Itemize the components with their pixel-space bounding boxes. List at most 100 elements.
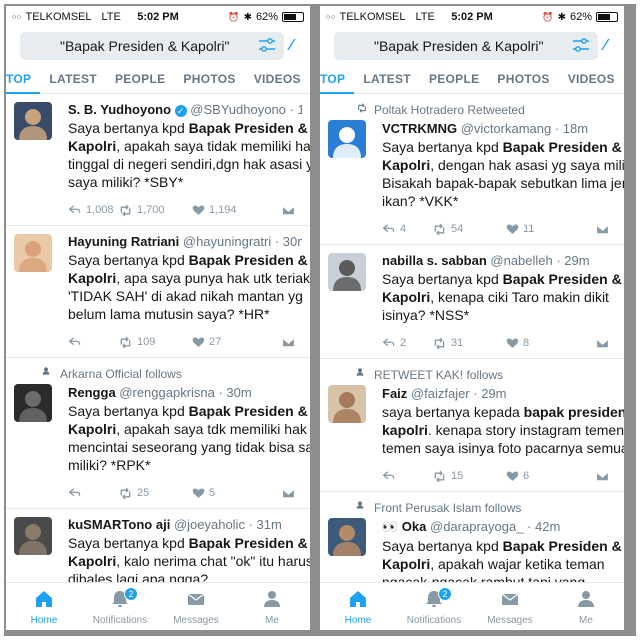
tweet-item[interactable]: Hayuning Ratriani @hayuningratri · 30m Sa… — [6, 226, 310, 358]
author-handle[interactable]: @SBYudhoyono · 1h — [190, 102, 302, 117]
battery-icon — [596, 12, 618, 22]
reply-button[interactable] — [382, 469, 432, 483]
avatar[interactable] — [14, 517, 52, 555]
nav-me[interactable]: Me — [234, 583, 310, 630]
retweet-button[interactable]: 1,700 — [118, 203, 192, 218]
author-handle[interactable]: @hayuningratri · 30m — [183, 234, 302, 249]
direct-message-button[interactable] — [281, 486, 296, 501]
tab-videos[interactable]: VIDEOS — [559, 64, 624, 94]
reply-button[interactable]: 1,008 — [68, 203, 118, 217]
nav-messages[interactable]: Messages — [472, 583, 548, 630]
reply-button[interactable] — [68, 335, 118, 349]
author-handle[interactable]: @renggapkrisna · 30m — [119, 385, 251, 400]
author-name[interactable]: S. B. Yudhoyono — [68, 102, 171, 117]
reply-button[interactable]: 2 — [382, 336, 432, 350]
social-context-text: Poltak Hotradero Retweeted — [374, 102, 525, 117]
avatar[interactable] — [328, 253, 366, 291]
compose-icon[interactable]: ⁄ — [290, 37, 304, 55]
author-name[interactable]: Faiz — [382, 386, 407, 401]
tab-latest[interactable]: LATEST — [40, 64, 106, 94]
retweet-count: 31 — [451, 337, 464, 349]
like-button[interactable]: 1,194 — [192, 204, 266, 217]
nav-notifications[interactable]: 2 Notifications — [82, 583, 158, 630]
tweet-text-line: Kapolri, dengan hak asasi yg saya miliki… — [382, 156, 624, 174]
network-type: LTE — [415, 11, 435, 23]
tab-people[interactable]: PEOPLE — [106, 64, 174, 94]
tweet-item[interactable]: S. B. Yudhoyono ✓ @SBYudhoyono · 1h Saya … — [6, 94, 310, 226]
avatar[interactable] — [328, 518, 366, 556]
author-name[interactable]: nabilla s. sabban — [382, 253, 487, 268]
tab-photos[interactable]: PHOTOS — [174, 64, 244, 94]
avatar[interactable] — [14, 102, 52, 140]
nav-me[interactable]: Me — [548, 583, 624, 630]
author-name[interactable]: VCTRKMNG — [382, 121, 457, 136]
tab-people[interactable]: PEOPLE — [420, 64, 488, 94]
retweet-button[interactable]: 54 — [432, 222, 506, 237]
status-bar: ○○ TELKOMSEL LTE 5:02 PM ⏰ ✱ 62% — [320, 6, 624, 28]
tweet-text-part: Kapolri — [382, 157, 431, 173]
reply-button[interactable] — [68, 486, 118, 500]
author-name[interactable]: Hayuning Ratriani — [68, 234, 179, 249]
tweet-item[interactable]: Poltak Hotradero Retweeted VCTRKMNG @vict… — [320, 94, 624, 245]
tab-videos[interactable]: VIDEOS — [245, 64, 310, 94]
reply-button[interactable]: 4 — [382, 222, 432, 236]
author-name[interactable]: 👀 Oka — [382, 519, 426, 534]
like-button[interactable]: 8 — [506, 337, 580, 350]
author-handle[interactable]: @daraprayoga_ · 42m — [430, 519, 560, 534]
tweet-text-part: , kalo nerima chat "ok" itu harus — [116, 553, 310, 569]
search-input[interactable]: "Bapak Presiden & Kapolri" — [20, 32, 284, 60]
tweet-item[interactable]: kuSMARTono aji @joeyaholic · 31m Saya ber… — [6, 509, 310, 582]
like-button[interactable]: 11 — [506, 223, 580, 236]
author-name[interactable]: Rengga — [68, 385, 116, 400]
author-handle[interactable]: @joeyaholic · 31m — [174, 517, 282, 532]
status-bar: ○○ TELKOMSEL LTE 5:02 PM ⏰ ✱ 62% — [6, 6, 310, 28]
tweet-actions: 2 31 8 — [382, 334, 616, 352]
direct-message-button[interactable] — [595, 336, 610, 351]
tweet-text-line: Kapolri, kenapa ciki Taro makin dikit — [382, 288, 616, 306]
avatar[interactable] — [14, 384, 52, 422]
filter-icon[interactable] — [258, 37, 276, 55]
tweet-item[interactable]: Arkarna Official follows Rengga @renggapk… — [6, 358, 310, 509]
tab-latest[interactable]: LATEST — [354, 64, 420, 94]
like-button[interactable]: 6 — [506, 470, 580, 483]
tab-top[interactable]: TOP — [6, 64, 41, 94]
search-input[interactable]: "Bapak Presiden & Kapolri" — [334, 32, 598, 60]
like-button[interactable]: 5 — [192, 487, 266, 500]
tweet-item[interactable]: nabilla s. sabban @nabelleh · 29m Saya be… — [320, 245, 624, 359]
avatar[interactable] — [328, 385, 366, 423]
filter-icon[interactable] — [572, 37, 590, 55]
like-button[interactable]: 27 — [192, 336, 266, 349]
tweet-feed[interactable]: Poltak Hotradero Retweeted VCTRKMNG @vict… — [320, 94, 624, 582]
direct-message-button[interactable] — [281, 335, 296, 350]
retweet-button[interactable]: 109 — [118, 335, 192, 350]
author-handle[interactable]: @nabelleh · 29m — [490, 253, 589, 268]
retweet-button[interactable]: 15 — [432, 469, 506, 484]
tweet-text: saya bertanya kepada bapak presiden &kap… — [382, 403, 624, 457]
direct-message-button[interactable] — [281, 203, 296, 218]
nav-home[interactable]: Home — [6, 583, 82, 630]
author-handle[interactable]: @victorkamang · 18m — [461, 121, 588, 136]
tweet-text-part: Saya bertanya kpd — [382, 271, 503, 287]
nav-notifications[interactable]: 2 Notifications — [396, 583, 472, 630]
direct-message-button[interactable] — [595, 469, 610, 484]
search-tabs: TOP LATEST PEOPLE PHOTOS VIDEOS — [6, 64, 310, 94]
tweet-item[interactable]: Front Perusak Islam follows 👀 Oka @darapr… — [320, 492, 624, 582]
tab-photos[interactable]: PHOTOS — [488, 64, 558, 94]
tweet-feed[interactable]: S. B. Yudhoyono ✓ @SBYudhoyono · 1h Saya … — [6, 94, 310, 582]
avatar[interactable] — [328, 120, 366, 158]
nav-home[interactable]: Home — [320, 583, 396, 630]
author-name[interactable]: kuSMARTono aji — [68, 517, 170, 532]
compose-icon[interactable]: ⁄ — [604, 37, 618, 55]
avatar[interactable] — [14, 234, 52, 272]
tab-top[interactable]: TOP — [320, 64, 355, 94]
author-handle[interactable]: @faizfajer · 29m — [411, 386, 507, 401]
tweet-item[interactable]: RETWEET KAK! follows Faiz @faizfajer · 29… — [320, 359, 624, 492]
search-query: "Bapak Presiden & Kapolri" — [60, 38, 230, 54]
carrier-group: ○○ TELKOMSEL LTE — [12, 11, 121, 23]
retweet-button[interactable]: 25 — [118, 486, 192, 501]
tweet-text-line: Saya bertanya kpd Bapak Presiden & — [68, 251, 308, 269]
retweet-button[interactable]: 31 — [432, 336, 506, 351]
direct-message-button[interactable] — [595, 222, 610, 237]
nav-messages[interactable]: Messages — [158, 583, 234, 630]
like-count: 27 — [209, 336, 222, 348]
